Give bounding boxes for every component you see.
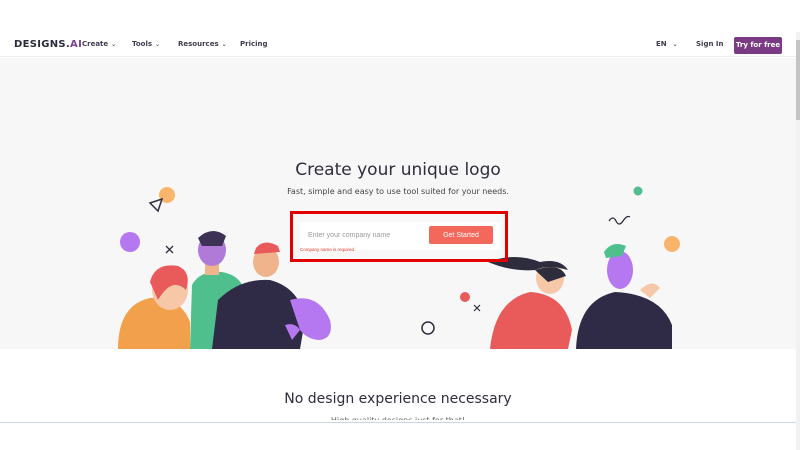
ring-icon <box>421 321 435 335</box>
triangle-icon <box>148 197 164 213</box>
decor-circle <box>460 292 470 302</box>
people-group-right <box>488 244 672 349</box>
hero-title: Create your unique logo <box>295 160 501 180</box>
squiggle-icon <box>608 215 631 225</box>
scrollbar-thumb[interactable] <box>796 40 800 120</box>
decor-circle <box>664 236 680 252</box>
cross-icon <box>165 245 174 254</box>
section-title: No design experience necessary <box>284 391 512 407</box>
cross-icon <box>473 304 481 312</box>
bottom-blank-area <box>0 422 796 450</box>
decor-circle <box>120 232 140 252</box>
section-subtitle: High quality designs just for that! <box>0 414 796 420</box>
annotation-highlight-box <box>290 211 508 262</box>
hero-subtitle: Fast, simple and easy to use tool suited… <box>287 187 509 196</box>
